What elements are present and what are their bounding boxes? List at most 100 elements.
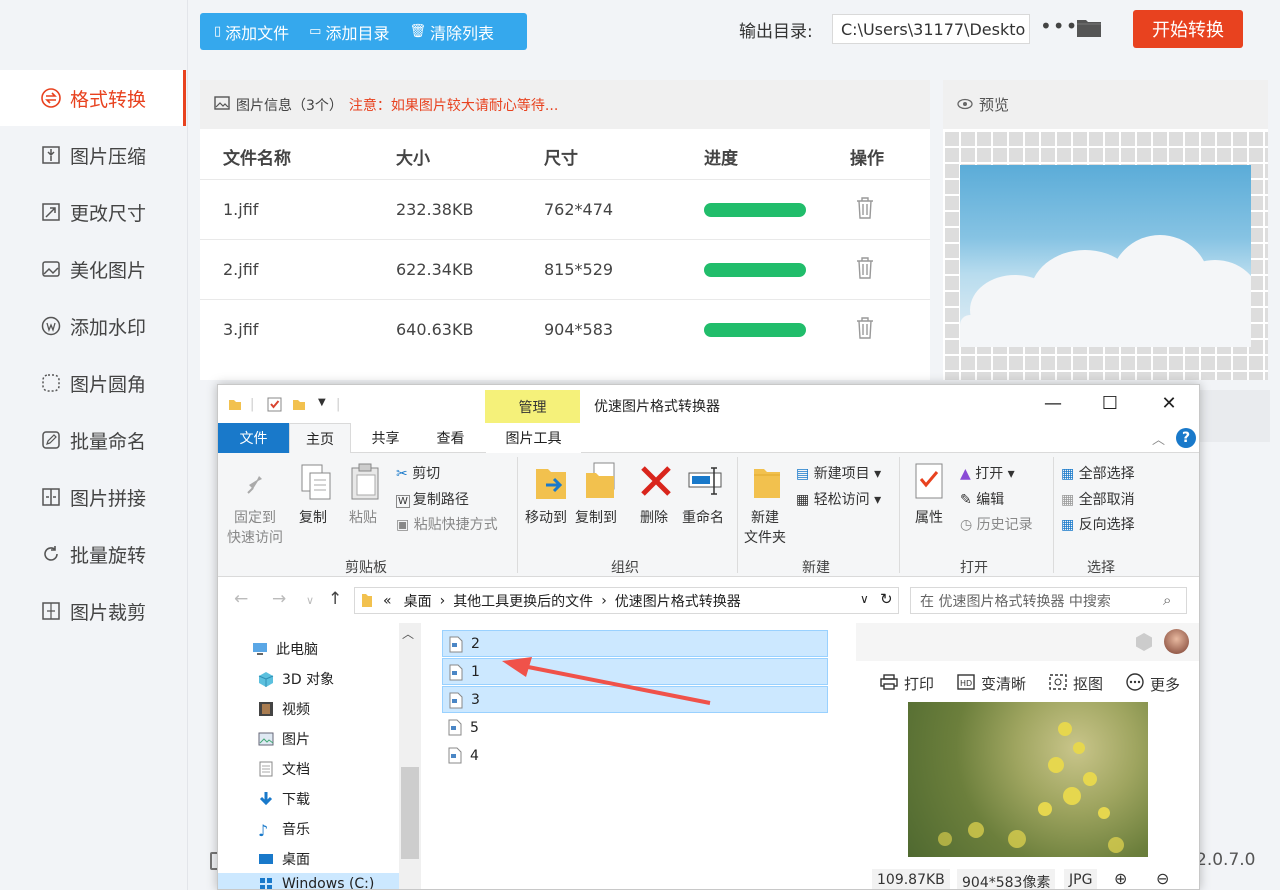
easy-access-button[interactable]: ▦ 轻松访问 ▾ [796, 489, 881, 509]
pin-quick-access-button[interactable]: 固定到 [234, 507, 276, 527]
open-button[interactable]: ▲ 打开 ▾ [960, 463, 1015, 483]
properties-button[interactable]: 属性 [915, 507, 943, 527]
tree-item-pictures[interactable]: 图片 [258, 729, 310, 749]
sidebar-item-round-corner[interactable]: 图片圆角 [0, 355, 186, 411]
tree-item-music[interactable]: ♪ 音乐 [258, 819, 310, 840]
sidebar-item-resize[interactable]: 更改尺寸 [0, 184, 186, 240]
move-to-button[interactable]: 移动到 [525, 507, 567, 527]
refresh-icon[interactable]: ↻ [880, 590, 893, 608]
sidebar-item-stitch[interactable]: 图片拼接 [0, 469, 186, 525]
history-button[interactable]: ◷ 历史记录 [960, 514, 1033, 534]
tree-item-desktop[interactable]: 桌面 [258, 849, 310, 869]
new-folder-icon[interactable] [752, 463, 782, 503]
tab-home[interactable]: 主页 [289, 423, 351, 453]
up-arrow-icon[interactable]: ↑ [328, 589, 342, 609]
clear-list-button[interactable]: 🗑 清除列表 [409, 20, 494, 44]
add-file-button[interactable]: ▯ 添加文件 [214, 20, 289, 44]
add-folder-button[interactable]: ▭ 添加目录 [309, 20, 389, 44]
copy-path-button[interactable]: W 复制路径 [396, 489, 469, 509]
chevron-down-icon[interactable]: ▼ [318, 397, 326, 408]
sidebar-item-rename[interactable]: 批量命名 [0, 412, 186, 468]
cut-button[interactable]: ✂ 剪切 [396, 463, 440, 483]
tree-item-documents[interactable]: 文档 [258, 759, 310, 779]
invert-selection-button[interactable]: ▦ 反向选择 [1061, 514, 1135, 534]
zoom-in-icon[interactable]: ⊕ [1114, 869, 1127, 888]
enhance-button[interactable]: HD 变清晰 [957, 673, 1026, 694]
delete-x-icon[interactable] [640, 465, 672, 501]
copy-to-icon[interactable] [584, 461, 618, 505]
table-row[interactable]: 3.jfif 640.63KB 904*583 [200, 299, 930, 359]
pin-icon[interactable] [244, 467, 270, 501]
tab-picture-tools[interactable]: 图片工具 [486, 423, 581, 453]
list-item[interactable]: 4 [442, 742, 828, 769]
select-none-button[interactable]: ▦ 全部取消 [1061, 489, 1135, 509]
delete-icon[interactable] [856, 256, 874, 280]
list-item[interactable]: 2 [442, 630, 828, 657]
paste-button[interactable]: 粘贴 [349, 507, 377, 527]
sidebar-item-format-convert[interactable]: 格式转换 [0, 70, 186, 126]
minimize-icon[interactable]: — [1038, 393, 1068, 414]
maximize-icon[interactable]: ☐ [1095, 393, 1125, 414]
rename-button[interactable]: 重命名 [682, 507, 724, 527]
folder-icon[interactable] [292, 397, 306, 415]
move-to-icon[interactable] [534, 463, 568, 505]
chevron-down-icon[interactable]: ∨ [860, 592, 869, 606]
properties-icon[interactable] [915, 463, 943, 503]
sidebar-item-crop[interactable]: 图片裁剪 [0, 583, 186, 639]
select-all-button[interactable]: ▦ 全部选择 [1061, 463, 1135, 483]
breadcrumb-folder[interactable]: 其他工具更换后的文件 [453, 591, 593, 611]
rename-field-icon[interactable] [688, 465, 724, 501]
help-icon[interactable]: ? [1176, 428, 1196, 448]
zoom-out-icon[interactable]: ⊖ [1156, 869, 1169, 888]
chevron-up-icon[interactable]: ︿ [1152, 429, 1165, 448]
tree-item-windows-c[interactable]: Windows (C:) [218, 873, 399, 889]
search-icon[interactable]: ⌕ [1163, 591, 1171, 609]
search-input[interactable]: 在 优速图片格式转换器 中搜索 ⌕ [910, 587, 1187, 614]
avatar[interactable] [1164, 629, 1189, 654]
breadcrumb-overflow[interactable]: « [383, 593, 392, 609]
edit-button[interactable]: ✎ 编辑 [960, 489, 1004, 509]
table-row[interactable]: 2.jfif 622.34KB 815*529 [200, 239, 930, 299]
sidebar-item-rotate[interactable]: 批量旋转 [0, 526, 186, 582]
hexagon-icon[interactable] [1134, 632, 1154, 656]
back-arrow-icon[interactable]: ← [234, 589, 248, 609]
new-item-button[interactable]: ▤ 新建项目 ▾ [796, 463, 881, 483]
paste-shortcut-button[interactable]: ▣ 粘贴快捷方式 [396, 514, 498, 534]
copy-to-button[interactable]: 复制到 [575, 507, 617, 527]
tab-manage[interactable]: 管理 [485, 390, 580, 423]
checkbox-icon[interactable] [267, 397, 282, 416]
tab-file[interactable]: 文件 [218, 423, 289, 453]
tree-item-videos[interactable]: 视频 [258, 699, 310, 719]
paste-icon[interactable] [350, 463, 380, 505]
copy-icon[interactable] [300, 463, 332, 505]
tree-item-this-pc[interactable]: 此电脑 [252, 639, 318, 659]
sidebar-item-compress[interactable]: 图片压缩 [0, 127, 186, 183]
scroll-up-icon[interactable]: ︿ [402, 625, 414, 642]
address-bar[interactable]: « 桌面 › 其他工具更换后的文件 › 优速图片格式转换器 ∨ ↻ [354, 587, 899, 614]
forward-arrow-icon[interactable]: → [272, 589, 286, 609]
start-convert-button[interactable]: 开始转换 [1133, 10, 1243, 48]
close-icon[interactable]: ✕ [1154, 393, 1184, 414]
tab-view[interactable]: 查看 [423, 423, 478, 453]
tab-share[interactable]: 共享 [358, 423, 413, 453]
new-folder-button[interactable]: 新建 [751, 507, 779, 527]
breadcrumb-desktop[interactable]: 桌面 [404, 591, 432, 611]
delete-icon[interactable] [856, 196, 874, 220]
copy-button[interactable]: 复制 [299, 507, 327, 527]
breadcrumb-current[interactable]: 优速图片格式转换器 [615, 591, 741, 611]
tree-item-downloads[interactable]: 下载 [258, 789, 310, 809]
delete-button[interactable]: 删除 [640, 507, 668, 527]
list-item[interactable]: 5 [442, 714, 828, 741]
sidebar-item-watermark[interactable]: 添加水印 [0, 298, 186, 354]
more-button[interactable]: 更多 [1126, 673, 1180, 695]
output-dir-input[interactable]: C:\Users\31177\Deskto [832, 14, 1030, 44]
sidebar-item-beautify[interactable]: 美化图片 [0, 241, 186, 297]
tree-item-3d-objects[interactable]: 3D 对象 [258, 669, 334, 689]
chevron-down-icon[interactable]: ∨ [306, 594, 314, 607]
table-row[interactable]: 1.jfif 232.38KB 762*474 [200, 179, 930, 239]
print-button[interactable]: 打印 [880, 673, 934, 694]
cutout-button[interactable]: 抠图 [1049, 673, 1103, 694]
open-folder-icon[interactable] [1076, 16, 1102, 38]
scrollbar-thumb[interactable] [401, 767, 419, 859]
more-options-button[interactable]: ••• [1040, 14, 1078, 38]
